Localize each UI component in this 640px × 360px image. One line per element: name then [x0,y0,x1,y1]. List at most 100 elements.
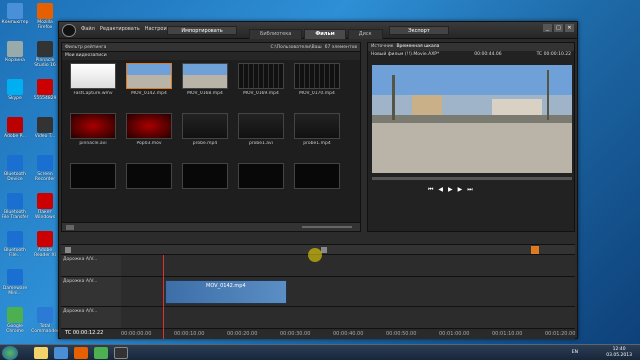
filter-label[interactable]: Фильтр рейтинга [65,45,106,50]
desktop-icon[interactable]: Dameware Mini... [1,269,29,296]
clip-thumbnail[interactable]: probe.mp4 [182,113,228,149]
clip-thumbnail[interactable]: FastCapture.wmv [70,63,116,99]
library-count: 67 элементов [324,44,357,50]
clip-thumbnail[interactable] [182,163,228,199]
clip-image [126,63,172,89]
pinnacle-taskbar-icon[interactable] [114,347,128,359]
clip-thumbnail[interactable]: MOV_0168.mp4 [182,63,228,99]
clip-name: MOV_0170.mp4 [299,91,335,96]
scrub-bar[interactable] [372,177,572,180]
clip-thumbnail[interactable]: MOV_0142.mp4 [126,63,172,99]
desktop-icon[interactable]: Bluetooth File Transfer [1,193,29,220]
prev-frame-icon[interactable]: ◀ [438,186,443,194]
clip-name: probe1.mp4 [303,141,331,146]
export-button[interactable]: Экспорт [389,26,449,35]
desktop-app-icon [7,269,23,285]
tab-timeline[interactable]: Временная шкала [396,44,439,50]
preview-screen[interactable] [372,65,572,173]
desktop-icon[interactable]: Adobe Reader XI [31,231,59,258]
clock[interactable]: 12:40 03.05.2013 [606,347,632,359]
chrome-icon[interactable] [94,347,108,359]
clip-thumbnail[interactable] [294,163,340,199]
desktop-icon-label: Adobe P... [4,134,26,139]
clip-thumbnail[interactable]: Pop03.mov [126,113,172,149]
desktop-app-icon [37,307,53,323]
clip-image [70,63,116,89]
desktop-icon[interactable]: Mozilla Firefox [31,3,59,30]
desktop-app-icon [7,117,23,133]
clip-thumbnail[interactable]: MOV_0170.mp4 [294,63,340,99]
clip-thumbnail[interactable] [238,163,284,199]
track-header: Дорожка A/V... [61,255,121,276]
firefox-icon[interactable] [74,347,88,359]
desktop-icon[interactable]: Пакет Windows [31,193,59,220]
language-indicator[interactable]: EN [572,350,578,355]
timeline-track[interactable]: Дорожка A/V... MOV_0142.mp4 [61,277,575,307]
start-button[interactable] [2,346,18,360]
clip-name: FastCapture.wmv [73,91,113,96]
desktop-icon[interactable]: Screen Recorder [31,155,59,182]
menu-item[interactable]: Файл [81,26,95,32]
menu-item[interactable]: Редактировать [100,26,140,32]
desktop-app-icon [7,307,23,323]
desktop-icon[interactable]: Bluetooth Device [1,155,29,182]
desktop-icon-label: Пакет Windows [34,210,56,220]
close-icon[interactable]: ✕ [565,24,574,32]
desktop-icon[interactable]: Adobe P... [1,117,29,139]
magnet-icon[interactable] [531,246,539,254]
view-toggle-icon[interactable] [66,225,74,230]
desktop-icon[interactable]: Video T... [31,117,59,139]
media-icon[interactable] [54,347,68,359]
clip-thumbnail[interactable] [126,163,172,199]
clip-thumbnail[interactable]: probe1.avi [238,113,284,149]
main-tab[interactable]: Фильм [304,29,346,39]
clip-name: probe.mp4 [192,141,218,146]
clip-image [294,113,340,139]
clip-thumbnail[interactable] [70,163,116,199]
desktop-icon[interactable]: Bluetooth File... [1,231,29,258]
forward-icon[interactable]: ⏭ [467,186,472,194]
desktop-app-icon [7,193,23,209]
clip-image [294,163,340,189]
delete-icon[interactable] [321,247,327,253]
next-frame-icon[interactable]: ▶ [458,186,463,194]
desktop-icon-label: Total Commander [31,324,59,334]
taskbar: EN 12:40 03.05.2013 [0,344,640,360]
desktop-icon-label: Корзина [5,58,25,63]
import-button[interactable]: Импортировать [167,26,237,35]
main-tab[interactable]: Библиотека [249,29,303,39]
desktop-icon-label: Mozilla Firefox [37,20,53,30]
clip-image [126,113,172,139]
clip-name: MOV_0142.mp4 [131,91,167,96]
desktop-app-icon [7,41,23,57]
maximize-icon[interactable]: □ [554,24,563,32]
desktop-icon[interactable]: Google Chrome [1,307,29,334]
timeline-timecode: TC 00:00:12.22 [65,330,104,336]
desktop-icon[interactable]: 55554829 [31,79,59,101]
timeline-clip[interactable]: MOV_0142.mp4 [165,280,287,304]
tab-source[interactable]: Источник [371,44,393,50]
zoom-slider[interactable] [302,226,352,228]
playhead[interactable] [163,255,164,339]
clip-thumbnail[interactable]: MOV_0169.mp4 [238,63,284,99]
desktop-icon[interactable]: Total Commander [31,307,59,334]
desktop-icon[interactable]: Компьютер [1,3,29,25]
desktop-icon[interactable]: Корзина [1,41,29,63]
rewind-icon[interactable]: ⏮ [428,186,433,194]
ruler-tick: 00:00:40.00 [333,331,364,337]
desktop-icon[interactable]: Skype [1,79,29,101]
main-tab[interactable]: Диск [347,29,383,39]
group-header[interactable]: Мои видеозаписи [62,52,360,60]
clip-thumbnail[interactable]: probe1.mp4 [294,113,340,149]
desktop-icon[interactable]: Pinnacle Studio 16 [31,41,59,68]
timeline-ruler[interactable]: TC 00:00:12.22 00:00:00.00 00:00:10.00 00:… [61,329,575,339]
clip-thumbnail[interactable]: pinnacle.avi [70,113,116,149]
explorer-icon[interactable] [34,347,48,359]
app-logo[interactable] [62,24,76,37]
timeline-track[interactable]: Дорожка A/V... [61,307,575,329]
clip-image [182,113,228,139]
minimize-icon[interactable]: _ [543,24,552,32]
play-icon[interactable]: ▶ [448,186,453,194]
settings-icon[interactable] [65,247,71,253]
desktop-app-icon [37,41,53,57]
